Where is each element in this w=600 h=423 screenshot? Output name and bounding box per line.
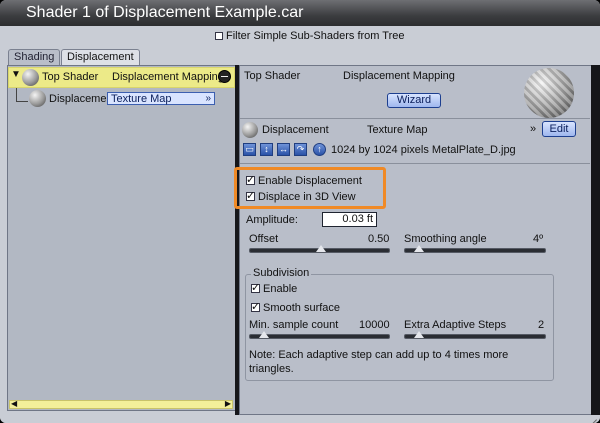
displace-3d-option[interactable]: Displace in 3D View <box>246 189 356 203</box>
shader-ball-icon <box>22 69 39 86</box>
window-title: Shader 1 of Displacement Example.car <box>26 4 304 21</box>
amplitude-input[interactable]: 0.03 ft <box>322 212 377 227</box>
offset-label: Offset <box>249 233 279 245</box>
amplitude-value: 0.03 ft <box>342 213 373 225</box>
smooth-surface-checkbox[interactable] <box>251 300 260 313</box>
window-bottom <box>0 415 600 423</box>
tab-displacement-label: Displacement <box>67 51 134 63</box>
flip-horizontal-icon[interactable]: ↔ <box>277 143 290 156</box>
scroll-right-icon[interactable]: ▶ <box>225 399 231 408</box>
separator <box>240 163 590 164</box>
subdivision-note: Note: Each adaptive step can add up to 4… <box>249 349 509 375</box>
separator <box>240 118 590 119</box>
horizontal-scrollbar[interactable]: ◀ ▶ <box>9 399 233 409</box>
texture-shader-type: Texture Map <box>367 124 428 136</box>
collapse-icon[interactable]: » <box>530 123 536 135</box>
min-sample-slider[interactable] <box>249 334 390 339</box>
extra-steps-label: Extra Adaptive Steps <box>404 319 507 331</box>
enable-displacement-checkbox[interactable] <box>246 173 255 186</box>
tree-connector <box>16 88 17 102</box>
displace-3d-checkbox[interactable] <box>246 189 255 202</box>
smoothing-value: 4º <box>533 233 544 245</box>
tree-child-name: Displaceme <box>49 93 107 105</box>
min-sample-slider-thumb[interactable] <box>259 331 269 338</box>
min-sample-value: 10000 <box>359 319 390 331</box>
subdivision-enable-option[interactable]: Enable <box>251 281 298 295</box>
chevron-down-icon: » <box>205 93 211 104</box>
texture-shader-name: Displacement <box>262 124 329 136</box>
smoothing-label: Smoothing angle <box>404 233 487 245</box>
displace-3d-label: Displace in 3D View <box>258 191 356 203</box>
min-sample-label: Min. sample count <box>249 319 339 331</box>
shader-menu-icon[interactable] <box>218 70 231 83</box>
tab-shading-label: Shading <box>14 51 55 63</box>
amplitude-label: Amplitude: <box>246 214 298 226</box>
extra-steps-slider-thumb[interactable] <box>414 331 424 338</box>
offset-value: 0.50 <box>368 233 390 245</box>
shader-ball-icon <box>29 90 46 107</box>
subdivision-enable-checkbox[interactable] <box>251 281 260 294</box>
extra-steps-slider[interactable] <box>404 334 546 339</box>
wizard-label: Wizard <box>396 94 432 106</box>
expand-triangle-icon[interactable]: ▼ <box>11 69 21 80</box>
shader-tree-panel: ▼ Top Shader Displacement Mapping Displa… <box>7 65 236 411</box>
resize-grip-icon[interactable] <box>588 411 597 423</box>
extra-steps-value: 2 <box>538 319 545 331</box>
smooth-surface-label: Smooth surface <box>263 302 341 314</box>
dropdown-value: Texture Map <box>111 93 172 105</box>
tree-root-type: Displacement Mapping <box>112 71 224 83</box>
tab-displacement[interactable]: Displacement <box>61 49 140 65</box>
tree-root-name: Top Shader <box>42 71 99 83</box>
subdivision-title: Subdivision <box>251 267 312 279</box>
shader-ball-icon <box>242 122 258 138</box>
shader-window: Shader 1 of Displacement Example.car Fil… <box>0 0 600 423</box>
enable-displacement-label: Enable Displacement <box>258 175 362 187</box>
right-edge <box>591 65 600 415</box>
smoothing-slider-thumb[interactable] <box>414 245 424 252</box>
wizard-button[interactable]: Wizard <box>387 93 441 108</box>
enable-displacement-option[interactable]: Enable Displacement <box>246 173 362 187</box>
smooth-surface-option[interactable]: Smooth surface <box>251 300 341 314</box>
header-shader-type: Displacement Mapping <box>343 70 455 82</box>
filter-label: Filter Simple Sub-Shaders from Tree <box>226 30 405 42</box>
smoothing-slider[interactable] <box>404 248 546 253</box>
title-bar[interactable]: Shader 1 of Displacement Example.car <box>0 0 600 26</box>
texture-file-info: 1024 by 1024 pixels MetalPlate_D.jpg <box>331 144 516 156</box>
header-shader-name: Top Shader <box>244 70 301 82</box>
scroll-left-icon[interactable]: ◀ <box>11 399 17 408</box>
rotate-icon[interactable]: ↷ <box>294 143 307 156</box>
info-icon[interactable]: ↑ <box>313 143 326 156</box>
open-folder-icon[interactable]: ▭ <box>243 143 256 156</box>
tab-shading[interactable]: Shading <box>8 49 61 65</box>
offset-slider-thumb[interactable] <box>316 245 326 252</box>
filter-checkbox[interactable] <box>215 32 223 40</box>
tree-connector-h <box>16 101 28 102</box>
flip-vertical-icon[interactable]: ↕ <box>260 143 273 156</box>
shader-preview-sphere <box>524 68 574 118</box>
tree-item-top-shader[interactable]: ▼ Top Shader Displacement Mapping <box>8 67 235 88</box>
filter-simple-subshaders[interactable]: Filter Simple Sub-Shaders from Tree <box>215 30 405 42</box>
edit-label: Edit <box>549 123 569 135</box>
subdivision-enable-label: Enable <box>263 283 298 295</box>
edit-button[interactable]: Edit <box>542 121 576 137</box>
texture-type-dropdown[interactable]: Texture Map » <box>107 92 215 105</box>
